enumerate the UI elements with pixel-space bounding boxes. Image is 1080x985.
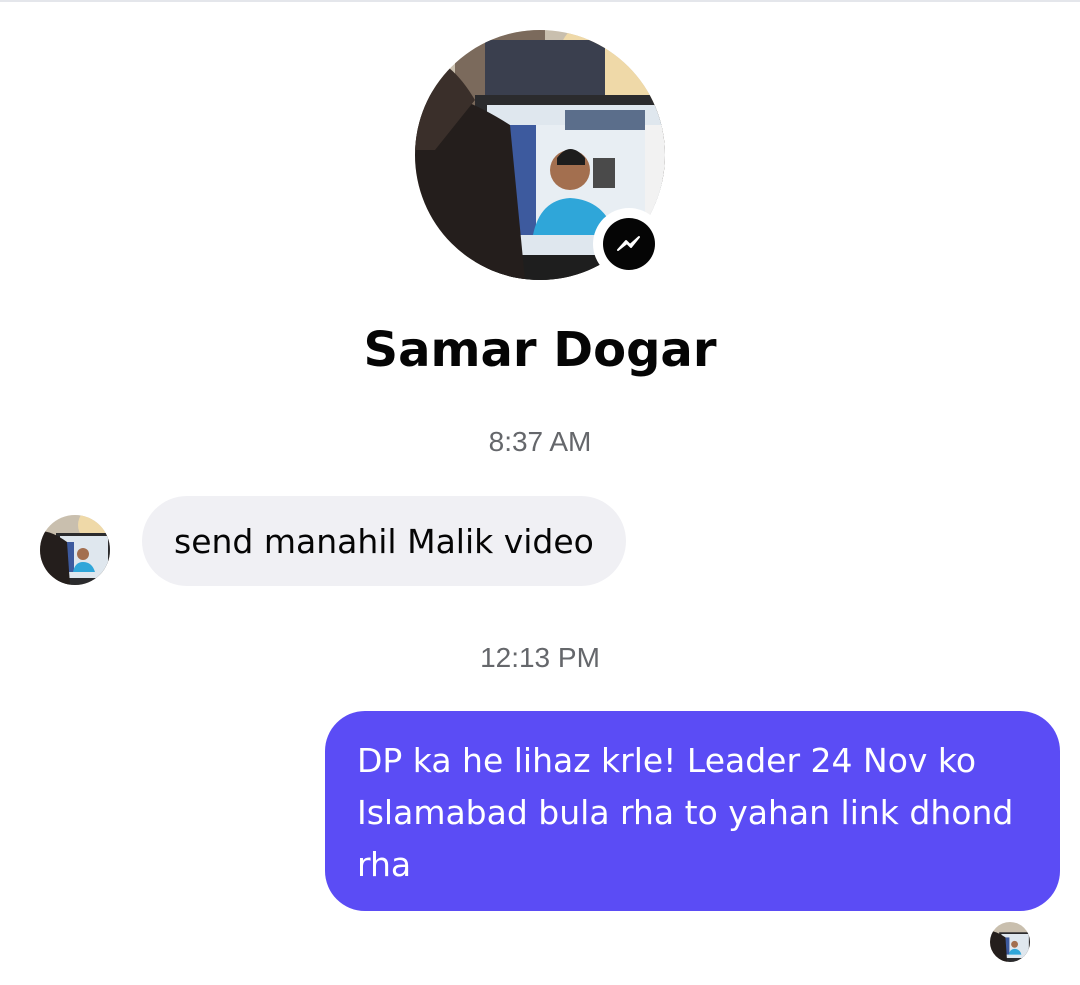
messenger-badge [593,208,665,280]
message-timestamp: 8:37 AM [488,426,592,457]
sender-avatar[interactable] [40,515,110,585]
top-divider [0,0,1080,2]
messenger-icon [603,218,655,270]
profile-photo-small [40,515,110,585]
message-timestamp: 12:13 PM [480,642,600,673]
outgoing-message-bubble[interactable]: DP ka he lihaz krle! Leader 24 Nov ko Is… [325,711,1060,911]
profile-photo-tiny [990,922,1030,962]
incoming-message-bubble[interactable]: send manahil Malik video [142,496,626,586]
read-receipt-avatar [990,922,1030,962]
contact-name: Samar Dogar [363,322,717,378]
